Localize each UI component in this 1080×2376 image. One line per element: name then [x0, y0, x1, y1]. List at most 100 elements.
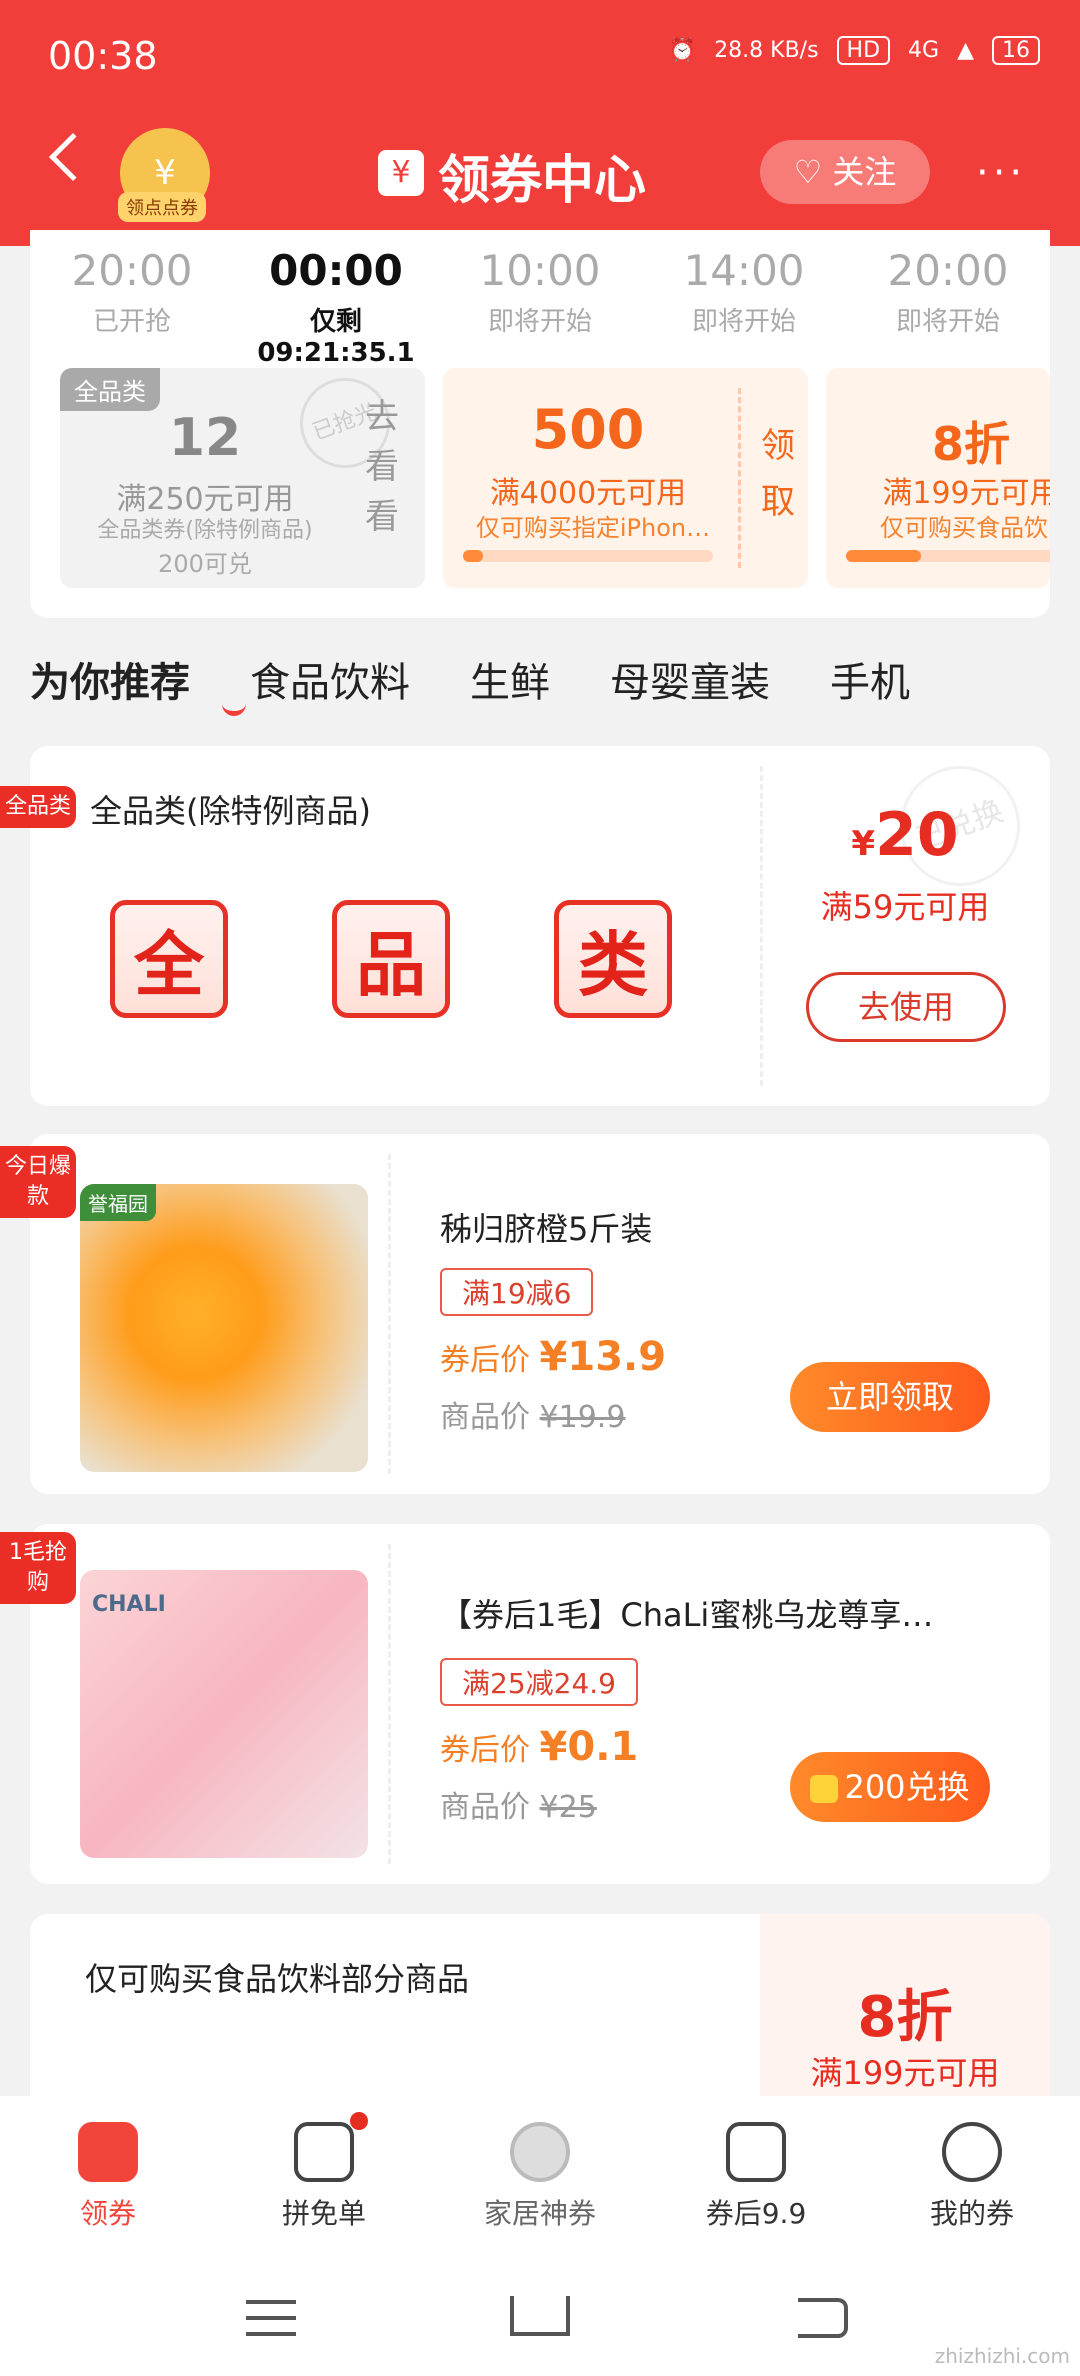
after-price: 券后价 ¥0.1 — [440, 1724, 638, 1770]
coupon-desc: 仅可购买食品饮… — [880, 514, 1050, 542]
use-button[interactable]: 去使用 — [806, 972, 1006, 1042]
bottom-nav: 领券 拼免单 家居神券 券后9.9 我的券 — [0, 2096, 1080, 2260]
coupon-condition: 满199元可用 — [882, 476, 1050, 511]
network-speed: 28.8 KB/s — [714, 38, 819, 63]
session-item[interactable]: 10:00 即将开始 — [438, 246, 642, 360]
nav-my-coupons[interactable]: 我的券 — [864, 2096, 1080, 2260]
coupon-divider — [738, 388, 741, 568]
claim-button[interactable]: 领取 — [761, 418, 795, 530]
tab-baby[interactable]: 母婴童装 — [610, 650, 770, 720]
redeem-label: 200兑换 — [844, 1768, 970, 1806]
coupon-icon — [78, 2122, 138, 2182]
product-card-chali[interactable]: CHALI 【券后1毛】ChaLi蜜桃乌龙尊享… 满25减24.9 券后价 ¥0… — [30, 1524, 1050, 1884]
original-price-label: 商品价 — [440, 1790, 530, 1825]
tab-fresh[interactable]: 生鲜 — [470, 650, 550, 720]
after-price-label: 券后价 — [440, 1733, 530, 1768]
discount-tag: 满25减24.9 — [440, 1658, 638, 1706]
redeem-button[interactable]: 200兑换 — [790, 1752, 990, 1822]
nav-label: 家居神券 — [483, 2197, 596, 2230]
card-divider — [388, 1154, 391, 1474]
system-nav-bar: zhizhizhi.com — [0, 2260, 1080, 2376]
coupon-value: 8折 — [931, 417, 1010, 471]
status-time: 00:38 — [48, 34, 158, 78]
go-see-button[interactable]: 去看看 — [365, 392, 399, 542]
brand-tag: 誉福园 — [80, 1184, 156, 1221]
signal-label: 4G — [908, 38, 940, 63]
progress-bar — [846, 550, 1050, 562]
nav-home-coupon[interactable]: 家居神券 — [432, 2096, 648, 2260]
original-price: 商品价 ¥19.9 — [440, 1392, 625, 1436]
product-card-orange[interactable]: 誉福园 秭归脐橙5斤装 满19减6 券后价 ¥13.9 商品价 ¥19.9 立即… — [30, 1134, 1050, 1494]
coupon-title: 仅可购买食品饮料部分商品 — [85, 1960, 470, 1998]
tab-recommend[interactable]: 为你推荐 — [30, 650, 190, 720]
wifi-icon: ▲ — [957, 38, 974, 63]
original-price-value: ¥25 — [539, 1790, 597, 1825]
product-title: 【券后1毛】ChaLi蜜桃乌龙尊享… — [440, 1596, 934, 1634]
brand-logo: CHALI — [92, 1592, 166, 1617]
coupon-condition: 满199元可用 — [810, 2054, 1000, 2092]
after-price-value: ¥0.1 — [539, 1724, 639, 1770]
top-coupon-allcategory[interactable]: 全品类 已抢光 12 满250元可用 全品类券(除特例商品) 200可兑 去看看 — [60, 365, 425, 588]
coupon-amount: ¥20 — [760, 800, 1050, 870]
more-icon[interactable]: ··· — [976, 150, 1026, 196]
char-icon: 类 — [554, 900, 672, 1018]
session-item[interactable]: 20:00 已开抢 — [30, 246, 234, 360]
coupon-icon: ¥ — [378, 150, 424, 196]
original-price-label: 商品价 — [440, 1400, 530, 1435]
follow-button[interactable]: ♡ 关注 — [760, 140, 930, 204]
top-coupon-iphone[interactable]: 500 满4000元可用 仅可购买指定iPhon… 领取 — [443, 368, 808, 588]
coupon-tag: 全品类 — [60, 368, 160, 411]
original-price: 商品价 ¥25 — [440, 1782, 597, 1826]
session-item-current[interactable]: 00:00 仅剩09:21:35.1 — [234, 246, 438, 368]
after-price-value: ¥13.9 — [539, 1334, 667, 1380]
session-status: 即将开始 — [691, 307, 796, 337]
watermark: zhizhizhi.com — [934, 2344, 1070, 2368]
page-title: 领券中心 — [438, 151, 647, 211]
points-badge-label[interactable]: 领点点券 — [118, 192, 206, 222]
nav-after-99[interactable]: 券后9.9 — [648, 2096, 864, 2260]
coupon-value: 500 — [531, 398, 645, 461]
home-icon[interactable] — [510, 2296, 570, 2336]
coupon-card-allcategory[interactable]: 全品类(除特例商品) 全 品 类 已兑换 ¥20 满59元可用 去使用 — [30, 746, 1050, 1106]
wallet-icon — [294, 2112, 368, 2182]
session-time: 00:00 — [269, 246, 403, 295]
nav-label: 领券 — [79, 2197, 136, 2230]
claim-now-button[interactable]: 立即领取 — [790, 1362, 990, 1432]
progress-bar — [463, 550, 713, 562]
back-icon[interactable] — [48, 132, 98, 182]
kettle-icon — [510, 2122, 570, 2182]
session-time: 10:00 — [479, 246, 601, 295]
session-time: 20:00 — [887, 246, 1009, 295]
menu-icon[interactable] — [246, 2300, 296, 2336]
session-row: 20:00 已开抢 00:00 仅剩09:21:35.1 10:00 即将开始 14:… — [30, 246, 1050, 368]
session-status: 已开抢 — [92, 307, 171, 337]
session-item[interactable]: 20:00 即将开始 — [846, 246, 1050, 360]
smile-icon — [942, 2122, 1002, 2182]
tab-food[interactable]: 食品饮料 — [250, 650, 410, 720]
session-status: 即将开始 — [895, 307, 1000, 337]
amount-value: 20 — [875, 800, 959, 870]
session-status: 即将开始 — [487, 307, 592, 337]
back-nav-icon[interactable] — [798, 2298, 848, 2338]
nav-label: 券后9.9 — [705, 2197, 807, 2230]
session-item[interactable]: 14:00 即将开始 — [642, 246, 846, 360]
coin-icon — [810, 1775, 839, 1803]
top-coupon-food[interactable]: 8折 满199元可用 仅可购买食品饮… — [826, 368, 1050, 588]
coupon-condition: 满4000元可用 — [489, 476, 687, 511]
product-image[interactable]: CHALI — [80, 1570, 368, 1858]
coupon-value: 12 — [168, 408, 242, 468]
category-tabs: 为你推荐 食品饮料 生鲜 母婴童装 手机 — [30, 650, 1070, 720]
session-time: 14:00 — [683, 246, 805, 295]
alarm-icon: ⏰ — [668, 38, 697, 63]
after-price: 券后价 ¥13.9 — [440, 1334, 666, 1380]
session-countdown: 仅剩09:21:35.1 — [257, 307, 415, 368]
product-image[interactable]: 誉福园 — [80, 1184, 368, 1472]
nav-coupon[interactable]: 领券 — [0, 2096, 216, 2260]
battery-indicator: 16 — [992, 36, 1040, 65]
coupon-points: 200可兑 — [158, 550, 252, 578]
tab-phone[interactable]: 手机 — [830, 650, 910, 720]
coupon-title: 全品类(除特例商品) — [90, 792, 371, 830]
hd-icon: HD — [836, 36, 891, 65]
nav-group-free[interactable]: 拼免单 — [216, 2096, 432, 2260]
category-icons: 全 品 类 — [110, 900, 672, 1018]
